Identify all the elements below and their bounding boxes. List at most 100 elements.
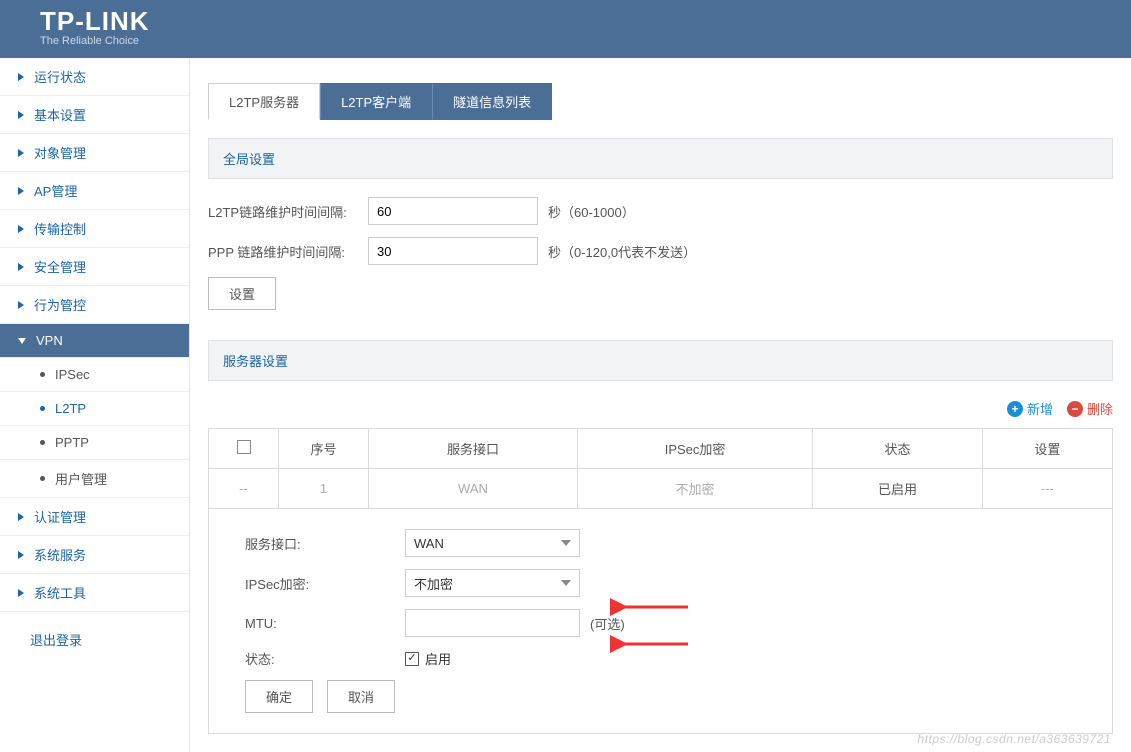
table-row: -- 1 WAN 不加密 已启用 --- [209,469,1113,509]
brand-tagline: The Reliable Choice [40,35,150,47]
annotation-arrow-2 [610,633,690,655]
chevron-right-icon [18,73,24,81]
cell-ops: --- [982,469,1112,509]
sidebar-item-ipsec[interactable]: IPSec [0,358,189,392]
sidebar-item-label: 用户管理 [55,469,107,488]
sidebar-item-label: 安全管理 [34,257,86,276]
iface-select[interactable]: WAN [405,529,580,557]
chevron-right-icon [18,551,24,559]
cell-ipsec: 不加密 [577,469,812,509]
add-button[interactable]: + 新增 [1007,399,1053,418]
tab-bar: L2TP服务器 L2TP客户端 隧道信息列表 [208,83,1131,120]
field-hint: 秒（0-120,0代表不发送） [548,242,696,261]
sidebar-item-l2tp[interactable]: L2TP [0,392,189,426]
field-label: 状态: [245,649,405,668]
field-label: MTU: [245,616,405,631]
select-all-checkbox[interactable] [237,440,251,454]
sidebar-item-label: 运行状态 [34,67,86,86]
table-toolbar: + 新增 − 删除 [208,399,1113,418]
field-label: IPSec加密: [245,574,405,593]
mtu-input[interactable] [405,609,580,637]
field-hint: 秒（60-1000） [548,202,635,221]
l2tp-interval-input[interactable] [368,197,538,225]
sidebar-item-label: 系统工具 [34,583,86,602]
sidebar-item-behavior[interactable]: 行为管控 [0,286,189,324]
sidebar-item-label: L2TP [55,401,86,416]
chevron-right-icon [18,589,24,597]
sidebar-item-label: 认证管理 [34,507,86,526]
sidebar-item-label: PPTP [55,435,89,450]
sidebar-item-label: 行为管控 [34,295,86,314]
sidebar-item-transport[interactable]: 传输控制 [0,210,189,248]
cell-checkbox: -- [209,469,279,509]
server-form: 服务接口: WAN IPSec加密: 不加密 MTU: ( [208,509,1113,734]
chevron-right-icon [18,263,24,271]
checkbox-label: 启用 [425,649,451,668]
field-label: PPP 链路维护时间间隔: [208,242,368,261]
sidebar-item-vpn[interactable]: VPN [0,324,189,358]
sidebar-item-usermgmt[interactable]: 用户管理 [0,460,189,498]
sidebar-item-label: 对象管理 [34,143,86,162]
table-header-row: 序号 服务接口 IPSec加密 状态 设置 [209,429,1113,469]
select-value: 不加密 [414,574,453,593]
sidebar-item-status[interactable]: 运行状态 [0,58,189,96]
col-ipsec: IPSec加密 [577,429,812,469]
status-checkbox[interactable]: ✓ [405,652,419,666]
cancel-button[interactable]: 取消 [327,680,395,713]
tab-l2tp-server[interactable]: L2TP服务器 [208,83,320,120]
sidebar-nav: 运行状态 基本设置 对象管理 AP管理 传输控制 安全管理 行为管控 VPN I… [0,58,190,752]
field-label: L2TP链路维护时间间隔: [208,202,368,221]
server-section-header: 服务器设置 [208,340,1113,381]
sidebar-item-pptp[interactable]: PPTP [0,426,189,460]
chevron-right-icon [18,301,24,309]
chevron-right-icon [18,513,24,521]
sidebar-item-label: AP管理 [34,181,77,200]
sidebar-item-sysservice[interactable]: 系统服务 [0,536,189,574]
bullet-icon [40,372,45,377]
tab-tunnel-list[interactable]: 隧道信息列表 [432,83,552,120]
chevron-right-icon [18,149,24,157]
global-apply-button[interactable]: 设置 [208,277,276,310]
chevron-down-icon [561,580,571,586]
sidebar-item-auth[interactable]: 认证管理 [0,498,189,536]
chevron-right-icon [18,187,24,195]
app-header: TP-LINK The Reliable Choice [0,0,1131,58]
sidebar-item-label: 传输控制 [34,219,86,238]
chevron-right-icon [18,225,24,233]
select-value: WAN [414,536,444,551]
chevron-down-icon [18,338,26,344]
main-content: L2TP服务器 L2TP客户端 隧道信息列表 全局设置 L2TP链路维护时间间隔… [190,58,1131,752]
form-row-iface: 服务接口: WAN [245,529,1112,557]
col-seq: 序号 [279,429,369,469]
sidebar-item-label: 基本设置 [34,105,86,124]
sidebar-item-object[interactable]: 对象管理 [0,134,189,172]
sidebar-item-label: 系统服务 [34,545,86,564]
sidebar-item-security[interactable]: 安全管理 [0,248,189,286]
ok-button[interactable]: 确定 [245,680,313,713]
bullet-icon [40,440,45,445]
sidebar-item-ap[interactable]: AP管理 [0,172,189,210]
sidebar-item-basic[interactable]: 基本设置 [0,96,189,134]
cell-iface: WAN [369,469,578,509]
delete-button[interactable]: − 删除 [1067,399,1113,418]
form-row-ppp-interval: PPP 链路维护时间间隔: 秒（0-120,0代表不发送） [208,237,1113,265]
ppp-interval-input[interactable] [368,237,538,265]
bullet-icon [40,476,45,481]
check-icon: ✓ [407,653,416,664]
brand-name: TP-LINK [40,6,150,37]
chevron-down-icon [561,540,571,546]
tab-l2tp-client[interactable]: L2TP客户端 [320,83,432,120]
sidebar-item-label: IPSec [55,367,90,382]
chevron-right-icon [18,111,24,119]
logout-link[interactable]: 退出登录 [0,612,189,658]
sidebar-item-systools[interactable]: 系统工具 [0,574,189,612]
form-row-l2tp-interval: L2TP链路维护时间间隔: 秒（60-1000） [208,197,1113,225]
minus-icon: − [1067,401,1083,417]
sidebar-item-label: VPN [36,333,63,348]
ipsec-select[interactable]: 不加密 [405,569,580,597]
global-section-header: 全局设置 [208,138,1113,179]
brand-logo: TP-LINK The Reliable Choice [40,6,150,47]
plus-icon: + [1007,401,1023,417]
field-label: 服务接口: [245,534,405,553]
cell-seq: 1 [279,469,369,509]
